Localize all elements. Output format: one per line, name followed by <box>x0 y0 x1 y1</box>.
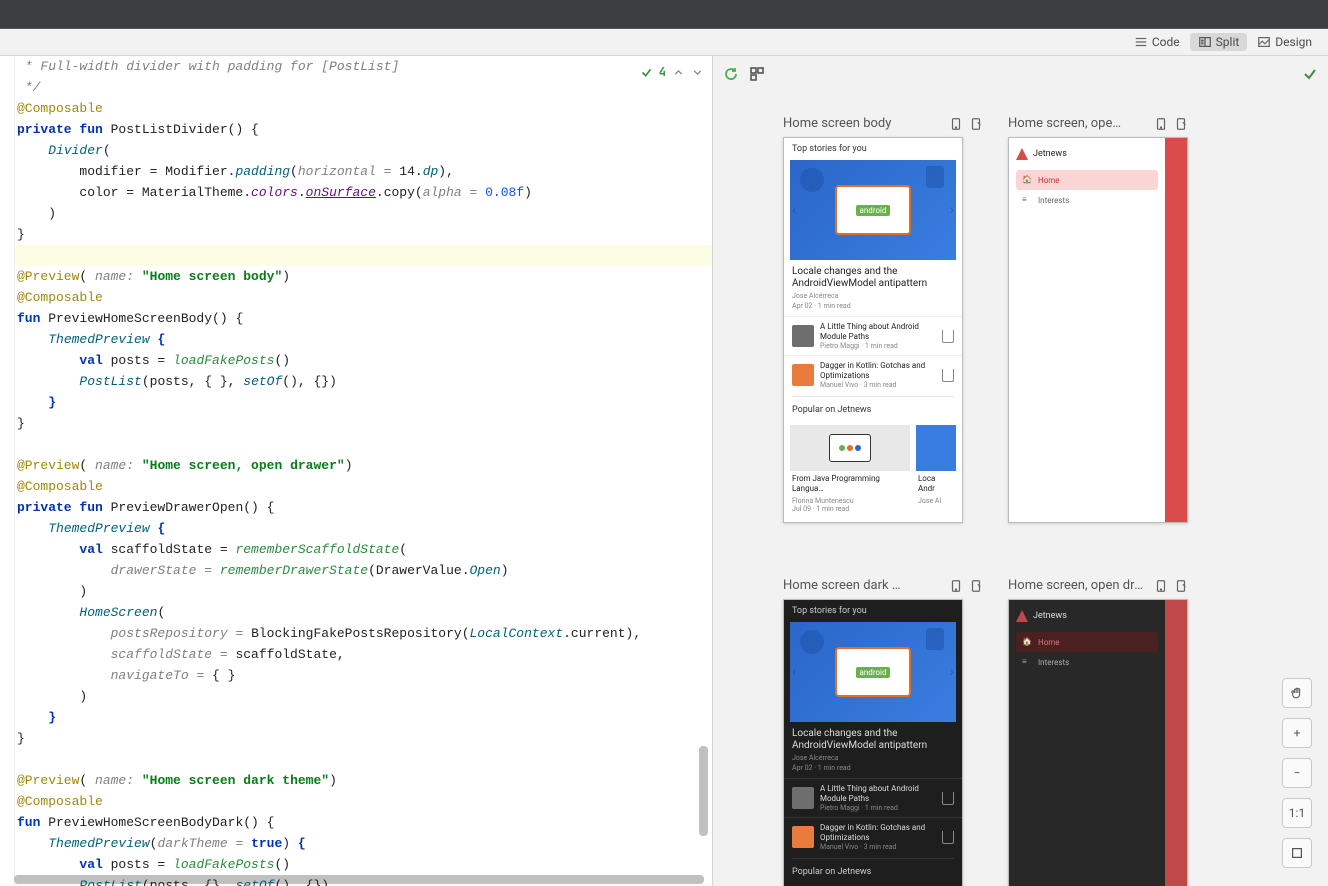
main-split: 4 * Full-width divider with padding for … <box>0 56 1328 886</box>
preview-block: Home screen body Top stories for you ‹› … <box>783 116 983 523</box>
check-icon <box>1302 66 1318 82</box>
preview-toolbar <box>723 66 765 82</box>
interactive-icon[interactable] <box>969 579 983 593</box>
check-icon <box>640 66 653 79</box>
section-header: Top stories for you <box>784 600 962 622</box>
popular-card[interactable]: From Java Programming Langua…Florina Mun… <box>790 425 910 513</box>
preview-device[interactable]: Top stories for you ‹› android Locale ch… <box>783 599 963 886</box>
deploy-icon[interactable] <box>949 117 963 131</box>
preview-block: Home screen, open drawer dar… Jetnews 🏠H… <box>1008 578 1188 886</box>
inspection-widget[interactable]: 4 <box>640 62 704 83</box>
bookmark-icon[interactable] <box>942 330 954 343</box>
split-icon <box>1198 35 1212 49</box>
fit-icon <box>1290 846 1304 860</box>
layout-settings-icon[interactable] <box>749 66 765 82</box>
preview-device[interactable]: Jetnews 🏠Home ≡Interests <box>1008 599 1188 886</box>
problems-count: 4 <box>659 62 666 83</box>
preview-title: Home screen dark … <box>783 578 943 593</box>
interactive-icon[interactable] <box>969 117 983 131</box>
preview-title: Home screen, ope… <box>1008 116 1148 131</box>
preview-pane: Home screen body Top stories for you ‹› … <box>712 56 1328 886</box>
view-mode-toolbar: Code Split Design <box>0 29 1328 56</box>
list-item[interactable]: A Little Thing about Android Module Path… <box>784 316 962 355</box>
preview-title: Home screen, open drawer dar… <box>1008 578 1148 593</box>
view-mode-design-label: Design <box>1275 35 1312 49</box>
view-mode-code[interactable]: Code <box>1126 33 1188 51</box>
preview-device[interactable]: Top stories for you ‹› android Locale ch… <box>783 137 963 523</box>
image-icon <box>1257 35 1271 49</box>
deploy-icon[interactable] <box>1154 117 1168 131</box>
chevron-up-icon[interactable] <box>672 66 685 79</box>
editor-pane: 4 * Full-width divider with padding for … <box>0 56 712 886</box>
preview-block: Home screen dark … Top stories for you ‹… <box>783 578 983 886</box>
bookmark-icon[interactable] <box>942 792 954 805</box>
drawer-item[interactable]: 🏠Home <box>1016 170 1158 190</box>
interactive-icon[interactable] <box>1174 579 1188 593</box>
list-item[interactable]: A Little Thing about Android Module Path… <box>784 778 962 817</box>
app-logo: Jetnews <box>1016 148 1158 160</box>
hero-title: Locale changes and the AndroidViewModel … <box>792 728 954 752</box>
list-icon <box>1134 35 1148 49</box>
drawer-item[interactable]: ≡Interests <box>1016 190 1158 210</box>
drawer-item[interactable]: 🏠Home <box>1016 632 1158 652</box>
zoom-in-button[interactable]: + <box>1282 718 1312 748</box>
pan-button[interactable] <box>1282 678 1312 708</box>
editor-tabstrip[interactable] <box>0 0 1328 29</box>
app-logo: Jetnews <box>1016 610 1158 622</box>
view-mode-split-label: Split <box>1216 35 1240 49</box>
bookmark-icon[interactable] <box>942 831 954 844</box>
hand-icon <box>1290 686 1304 700</box>
deploy-icon[interactable] <box>1154 579 1168 593</box>
list-item[interactable]: Dagger in Kotlin: Gotchas and Optimizati… <box>784 817 962 856</box>
view-mode-split[interactable]: Split <box>1190 33 1248 51</box>
drawer-item[interactable]: ≡Interests <box>1016 652 1158 672</box>
hero-title: Locale changes and the AndroidViewModel … <box>792 266 954 290</box>
preview-device[interactable]: Jetnews 🏠Home ≡Interests <box>1008 137 1188 523</box>
deploy-icon[interactable] <box>949 579 963 593</box>
interactive-icon[interactable] <box>1174 117 1188 131</box>
editor-gutter[interactable] <box>0 56 15 886</box>
code-text[interactable]: * Full-width divider with padding for [P… <box>15 56 712 886</box>
view-mode-design[interactable]: Design <box>1249 33 1320 51</box>
bookmark-icon[interactable] <box>942 369 954 382</box>
view-mode-code-label: Code <box>1152 35 1180 49</box>
preview-block: Home screen, ope… Jetnews 🏠Home ≡Interes… <box>1008 116 1188 523</box>
popular-card[interactable]: Loca AndrJose Al <box>916 425 956 513</box>
zoom-fit-button[interactable] <box>1282 838 1312 868</box>
zoom-ratio-label: 1:1 <box>1289 806 1305 820</box>
chevron-down-icon[interactable] <box>691 66 704 79</box>
preview-zoom-tools: + − 1:1 <box>1282 678 1312 868</box>
list-item[interactable]: Dagger in Kotlin: Gotchas and Optimizati… <box>784 355 962 394</box>
preview-title: Home screen body <box>783 116 943 131</box>
hero-image: ‹› android <box>790 622 956 722</box>
hero-image: ‹› android <box>790 160 956 260</box>
section-header: Top stories for you <box>784 138 962 160</box>
zoom-reset-button[interactable]: 1:1 <box>1282 798 1312 828</box>
refresh-icon[interactable] <box>723 66 739 82</box>
code-editor[interactable]: 4 * Full-width divider with padding for … <box>15 56 712 886</box>
previews-grid[interactable]: Home screen body Top stories for you ‹› … <box>783 116 1288 886</box>
preview-status[interactable] <box>1302 66 1318 86</box>
zoom-out-button[interactable]: − <box>1282 758 1312 788</box>
